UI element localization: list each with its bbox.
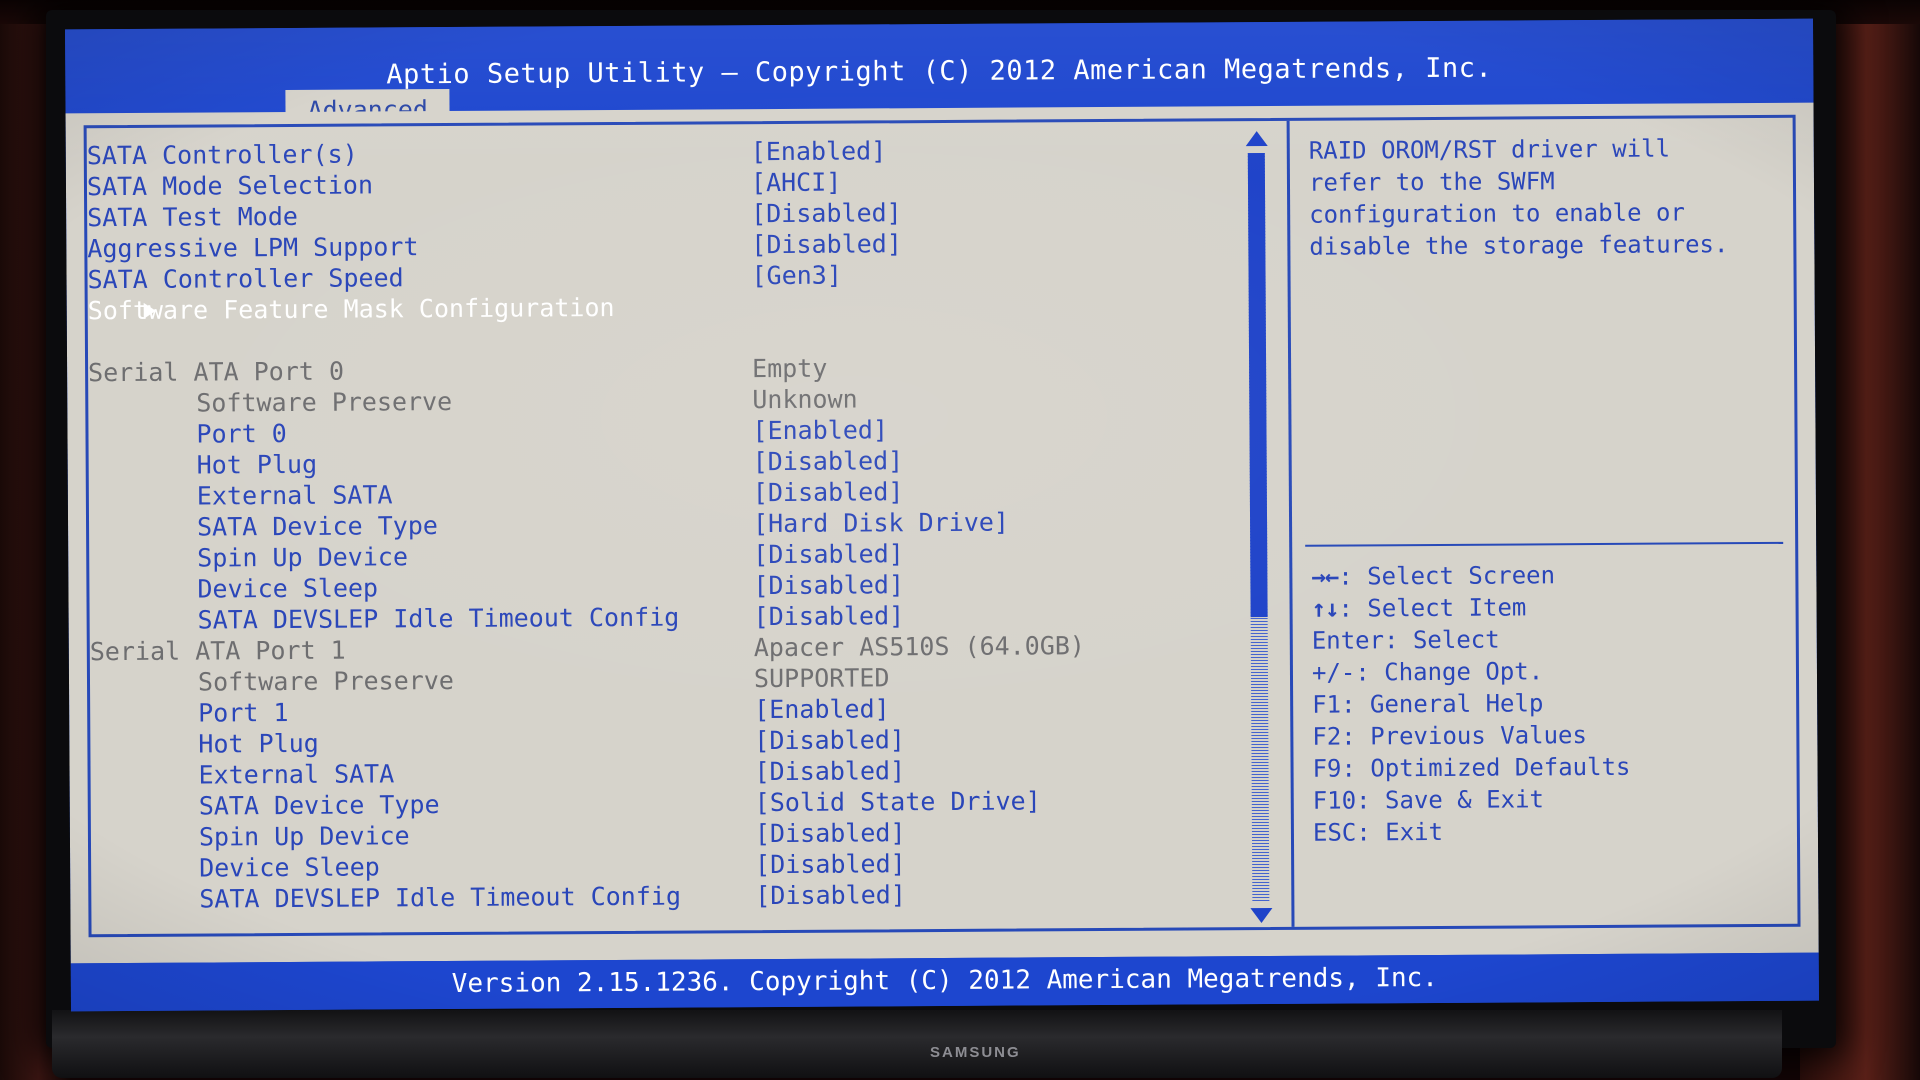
scrollbar-thumb[interactable] [1247,153,1268,618]
setting-value[interactable]: SUPPORTED [754,662,890,694]
settings-list: SATA Controller(s) [Enabled] SATA Mode Sel… [87,121,1240,934]
monitor-bezel-bottom [52,1010,1782,1078]
key-legend-text: F2: Previous Values [1312,721,1587,751]
setting-value[interactable]: [Disabled] [753,476,904,508]
setting-label: SATA Mode Selection [86,170,374,202]
key-legend-text: F9: Optimized Defaults [1312,752,1631,783]
arrow-keys-icon: →← [1311,562,1339,591]
setting-label: Software Feature Mask Configuration [87,292,615,326]
key-legend-row: ESC: Exit [1313,814,1793,849]
setting-value[interactable]: [Enabled] [752,414,888,446]
key-legend-row: F1: General Help [1312,686,1792,721]
setting-label: External SATA [198,759,395,790]
setting-value[interactable]: [Disabled] [754,600,905,632]
setting-value[interactable]: [Disabled] [754,755,905,787]
setting-label: SATA DEVSLEP Idle Timeout Config [199,881,682,914]
setting-label: Hot Plug [196,449,318,480]
setting-value[interactable]: [Disabled] [755,817,906,849]
setting-value[interactable]: [Disabled] [751,197,902,229]
arrow-keys-icon: ↑↓ [1311,594,1339,623]
key-legend-row: F9: Optimized Defaults [1312,750,1792,785]
key-legend-text: Enter: Select [1311,625,1500,655]
setting-label: Aggressive LPM Support [87,232,419,264]
key-legend-text: F10: Save & Exit [1312,785,1545,815]
key-legend-row: →←: Select Screen [1311,558,1791,593]
setting-value[interactable]: [Gen3] [751,260,842,292]
setting-label: Software Preserve [196,386,453,418]
setting-value[interactable]: [Disabled] [755,879,906,911]
setting-value[interactable]: [Hard Disk Drive] [753,507,1009,540]
key-legend-row: Enter: Select [1312,622,1792,657]
title-bar: Aptio Setup Utility – Copyright (C) 2012… [65,18,1814,129]
setting-value[interactable]: [Solid State Drive] [755,785,1041,818]
help-line: configuration to enable or [1309,198,1685,229]
setting-label: Serial ATA Port 1 [89,635,346,667]
help-line: RAID OROM/RST driver will [1308,134,1671,165]
setting-label: Port 1 [198,697,289,728]
setting-value[interactable]: [AHCI] [751,167,842,199]
setting-label: Device Sleep [197,573,379,604]
setting-label: SATA Controller Speed [87,263,404,295]
help-line: refer to the SWFM [1308,167,1555,197]
setting-value[interactable]: [Enabled] [751,135,887,167]
setting-label: Hot Plug [198,728,319,759]
setting-label: Software Preserve [197,665,454,697]
version-copyright: Version 2.15.1236. Copyright (C) 2012 Am… [451,962,1439,1000]
help-divider [1305,541,1784,547]
setting-label: Spin Up Device [198,821,410,852]
photograph-of-monitor: SAMSUNG Aptio Setup Utility – Copyright … [0,0,1920,1080]
bios-screen: Aptio Setup Utility – Copyright (C) 2012… [65,18,1819,1012]
help-description: RAID OROM/RST driver will refer to the SW… [1309,132,1780,263]
setting-value[interactable]: Empty [752,353,827,384]
setting-label: SATA Device Type [196,511,438,542]
key-legend: →←: Select Screen ↑↓: Select Item Enter: S… [1311,558,1793,849]
body-frame: SATA Controller(s) [Enabled] SATA Mode Sel… [65,102,1819,964]
key-legend-row: F2: Previous Values [1312,718,1792,753]
setting-label: Port 0 [196,419,287,449]
setting-label: Spin Up Device [197,542,409,573]
monitor-brand-label: SAMSUNG [930,1044,1021,1061]
setting-value[interactable]: [Disabled] [754,724,905,756]
setting-value[interactable]: Apacer AS510S (64.0GB) [754,630,1085,663]
setting-row-sata-devslep-idle-timeout-config[interactable]: SATA DEVSLEP Idle Timeout Config [Disable… [91,877,1239,915]
setting-label: Serial ATA Port 0 [88,356,345,388]
help-line: disable the storage features. [1309,230,1729,261]
setting-value[interactable]: [Disabled] [753,569,904,601]
setting-value[interactable]: [Disabled] [751,228,902,260]
setting-label: SATA Test Mode [87,201,298,233]
settings-panel-border: SATA Controller(s) [Enabled] SATA Mode Sel… [83,114,1804,938]
scroll-down-arrow-icon[interactable] [1250,907,1273,924]
setting-value[interactable]: Unknown [752,384,858,416]
setting-value[interactable]: [Disabled] [755,848,906,880]
setting-label: SATA Controller(s) [86,139,358,171]
key-legend-row: +/-: Change Opt. [1312,654,1792,689]
scroll-up-arrow-icon[interactable] [1245,131,1268,147]
key-legend-row: ↑↓: Select Item [1311,590,1791,625]
key-legend-text: +/-: Change Opt. [1311,657,1544,687]
setting-value[interactable]: [Disabled] [753,538,904,570]
setting-value[interactable]: [Disabled] [753,445,904,477]
key-legend-text: ESC: Exit [1312,817,1444,847]
setting-label: SATA DEVSLEP Idle Timeout Config [197,602,680,635]
key-legend-text: : Select Screen [1338,561,1556,591]
key-legend-row: F10: Save & Exit [1313,782,1793,817]
setting-label: Device Sleep [199,852,380,883]
key-legend-text: : Select Item [1338,593,1527,623]
vertical-scrollbar[interactable] [1243,129,1276,925]
key-legend-text: F1: General Help [1312,689,1544,719]
setting-value[interactable]: [Enabled] [754,693,890,725]
setting-label: External SATA [196,480,393,511]
setting-label: SATA Device Type [198,790,440,821]
help-panel: RAID OROM/RST driver will refer to the SW… [1293,118,1804,927]
